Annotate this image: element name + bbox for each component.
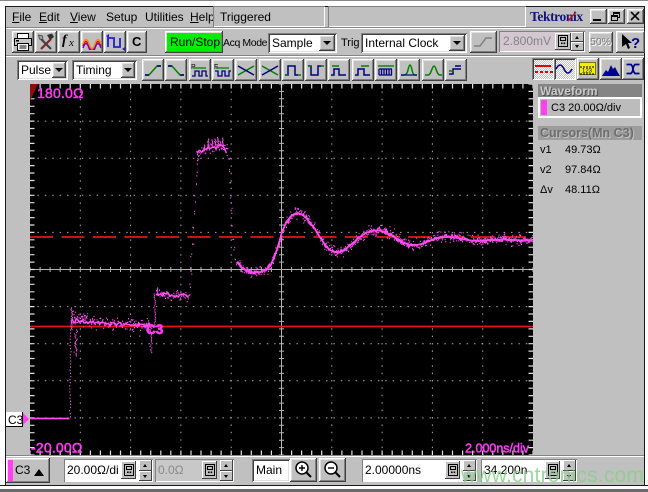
svg-text:123: 123 — [582, 69, 593, 75]
svg-text:?: ? — [631, 35, 640, 52]
svg-text:2.000ns/div: 2.000ns/div — [465, 442, 530, 456]
svg-text:C3: C3 — [146, 322, 164, 337]
svg-text:-20.00Ω: -20.00Ω — [31, 440, 83, 456]
svg-text:180.0Ω: 180.0Ω — [37, 85, 84, 101]
